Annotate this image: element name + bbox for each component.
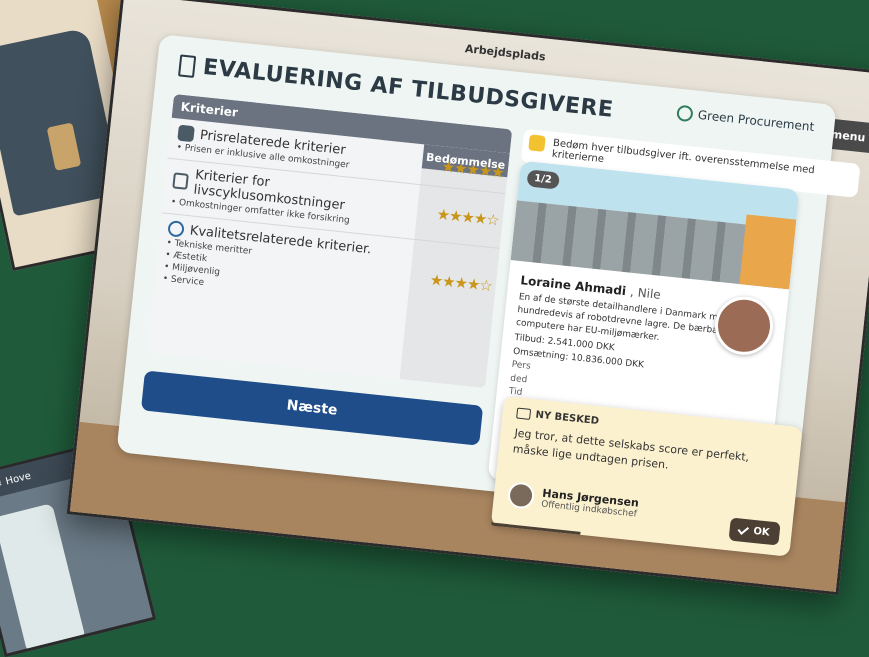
- hourglass-icon: [178, 53, 197, 78]
- message-text: Jeg tror, at dette selskabs score er per…: [512, 426, 750, 472]
- thumbnail-menu-label: Hove: [4, 470, 33, 487]
- star-rating[interactable]: ★★★★★: [441, 157, 505, 181]
- ok-button-label: OK: [752, 525, 771, 539]
- recycle-icon: [676, 104, 694, 123]
- ok-button[interactable]: OK: [728, 517, 781, 546]
- warehouse-side-building: [739, 214, 797, 290]
- star-rating-stars: ★★★★☆: [428, 270, 493, 296]
- chat-bubble-icon: [516, 407, 532, 420]
- message-header: NY BESKED: [516, 407, 600, 428]
- money-bag-icon: [177, 124, 195, 143]
- message-header-label: NY BESKED: [534, 409, 600, 428]
- check-circle-icon: [167, 220, 185, 238]
- location-label: Arbejdsplads: [464, 41, 547, 64]
- star-rating[interactable]: ★★★★☆: [436, 205, 500, 229]
- green-procurement-badge: Green Procurement: [676, 104, 815, 135]
- star-rating-stars: ★★★★★: [440, 157, 505, 182]
- game-screen: Arbejdsplads Hovedmenu EVALUERING AF TIL…: [66, 0, 869, 596]
- message-sender: Hans Jørgensen Offentlig indkøbschef: [506, 481, 640, 521]
- sender-avatar: [506, 481, 536, 510]
- criteria-table: Kriterier Bedømmelse Prisrelaterede krit…: [146, 93, 513, 389]
- card-pager: 1/2: [526, 169, 560, 190]
- bidder-company: , Nile: [629, 284, 662, 302]
- check-icon: [737, 523, 749, 535]
- next-button-label: Næste: [285, 397, 339, 419]
- thumbnail-panel: [0, 503, 86, 654]
- lightbulb-icon: [528, 134, 546, 152]
- green-procurement-label: Green Procurement: [697, 107, 815, 134]
- criteria-header-label: Kriterier: [180, 99, 239, 120]
- star-rating-stars: ★★★★☆: [435, 205, 500, 230]
- star-rating[interactable]: ★★★★☆: [429, 271, 493, 295]
- menu-icon: ≡: [0, 477, 4, 490]
- thumbs-up-icon: [172, 172, 190, 190]
